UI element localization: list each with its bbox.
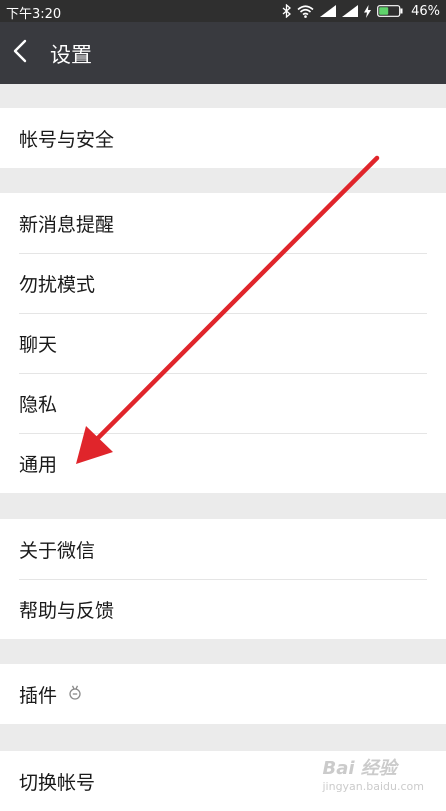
settings-group-account: 帐号与安全 [0,108,446,168]
signal-icon [342,5,359,17]
settings-item-account-security[interactable]: 帐号与安全 [0,108,446,168]
settings-item-label: 聊天 [19,334,58,356]
settings-item-general[interactable]: 通用 [0,433,446,493]
plugin-icon [67,684,83,706]
page-title: 设置 [50,43,92,67]
settings-item-label: 关于微信 [19,540,96,562]
settings-item-label: 通用 [19,454,58,476]
settings-item-do-not-disturb[interactable]: 勿扰模式 [0,253,446,313]
settings-item-privacy[interactable]: 隐私 [0,373,446,433]
settings-item-about-wechat[interactable]: 关于微信 [0,519,446,579]
settings-group-plugins: 插件 [0,664,446,724]
bluetooth-icon [282,4,292,18]
settings-item-label: 帮助与反馈 [19,600,115,622]
settings-item-label: 新消息提醒 [19,214,115,236]
settings-item-label: 插件 [19,685,58,707]
chevron-left-icon [10,39,32,70]
settings-item-label: 切换帐号 [19,772,96,794]
baidu-jingyan-watermark: Bai 经验 jingyan.baidu.com [322,754,424,793]
settings-item-notifications[interactable]: 新消息提醒 [0,193,446,253]
settings-item-plugins[interactable]: 插件 [0,664,446,724]
settings-item-label: 隐私 [19,394,58,416]
settings-group-about: 关于微信 帮助与反馈 [0,519,446,639]
charging-icon [364,4,372,18]
status-icons: 46% [282,2,440,20]
settings-item-chat[interactable]: 聊天 [0,313,446,373]
status-bar: 下午3:20 46% [0,0,446,22]
title-bar: 设置 [0,22,446,84]
battery-icon [377,5,403,17]
battery-percent: 46% [411,3,440,19]
settings-item-help-feedback[interactable]: 帮助与反馈 [0,579,446,639]
settings-item-label: 帐号与安全 [19,129,115,151]
wifi-icon [297,4,314,18]
status-time: 下午3:20 [6,7,62,22]
settings-item-label: 勿扰模式 [19,274,96,296]
watermark-subtext: jingyan.baidu.com [322,780,424,793]
signal-icon [320,5,337,17]
back-button[interactable] [10,36,40,70]
watermark-text: Bai 经验 [322,758,397,779]
settings-group-main: 新消息提醒 勿扰模式 聊天 隐私 通用 [0,193,446,493]
